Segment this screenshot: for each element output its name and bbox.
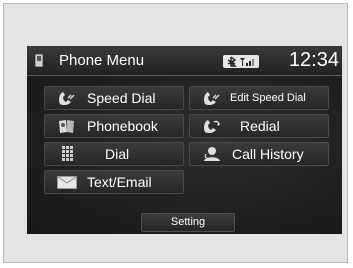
call-history-button[interactable]: Call History — [189, 142, 329, 166]
edit-speed-dial-button[interactable]: Edit Speed Dial — [189, 86, 329, 110]
speed-dial-label: Speed Dial — [87, 90, 156, 106]
dial-label: Dial — [105, 146, 130, 162]
phonebook-label: Phonebook — [87, 118, 158, 134]
menu-content: Speed Dial Edit Speed Dial Phonebook Red… — [27, 76, 342, 234]
page-frame: Phone Menu 12:34 Speed Dial Edit Speed D… — [3, 3, 348, 263]
bluetooth-icon — [227, 56, 238, 67]
redial-label: Redial — [240, 118, 280, 134]
edit-speed-dial-icon — [202, 90, 222, 106]
phonebook-icon — [57, 118, 77, 134]
call-history-label: Call History — [232, 146, 304, 162]
text-email-button[interactable]: Text/Email — [44, 170, 184, 194]
redial-icon — [202, 118, 222, 134]
header-bar: Phone Menu 12:34 — [27, 46, 342, 76]
envelope-icon — [57, 176, 77, 192]
phone-menu-screen: Phone Menu 12:34 Speed Dial Edit Speed D… — [27, 46, 342, 234]
redial-button[interactable]: Redial — [189, 114, 329, 138]
page-title: Phone Menu — [59, 52, 145, 69]
signal-strength-icon — [240, 58, 254, 66]
text-email-label: Text/Email — [87, 174, 152, 190]
phonebook-button[interactable]: Phonebook — [44, 114, 184, 138]
call-history-icon — [202, 146, 222, 162]
dial-button[interactable]: Dial — [44, 142, 184, 166]
speed-dial-button[interactable]: Speed Dial — [44, 86, 184, 110]
clock: 12:34 — [288, 49, 339, 71]
status-icons — [223, 55, 259, 68]
phone-icon — [35, 54, 43, 67]
setting-button[interactable]: Setting — [141, 213, 235, 232]
keypad-icon — [59, 146, 79, 162]
speed-dial-icon — [57, 90, 77, 106]
edit-speed-dial-label: Edit Speed Dial — [230, 92, 306, 104]
